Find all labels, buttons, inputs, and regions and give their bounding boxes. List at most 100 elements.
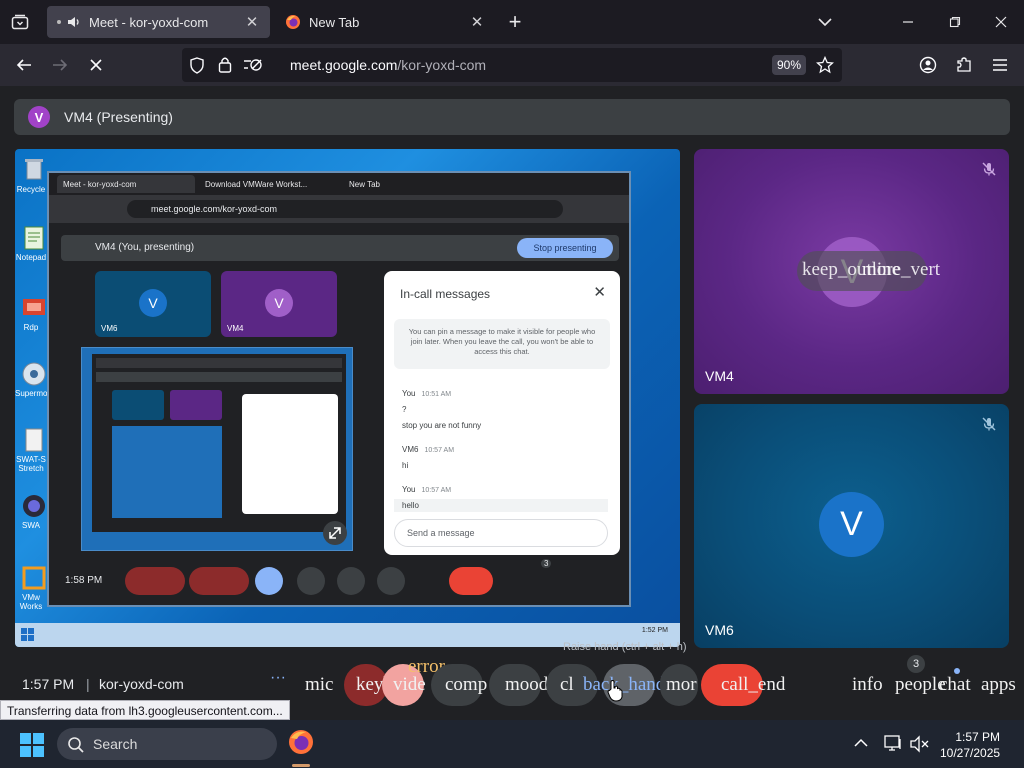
start-button[interactable]	[20, 733, 44, 757]
chat-sender-name: You	[402, 389, 416, 398]
shared-control-bar: 1:58 PM 3	[49, 559, 629, 605]
more-vert-icon: mor	[666, 674, 697, 695]
shared-tab-title: New Tab	[349, 179, 380, 189]
tab-list-button[interactable]	[8, 11, 32, 33]
close-window-button[interactable]	[989, 10, 1013, 34]
speaker-icon[interactable]	[67, 16, 81, 28]
lock-icon[interactable]	[218, 56, 232, 74]
stop-icon	[90, 59, 102, 71]
shared-present-button	[255, 567, 283, 595]
stop-loading-button[interactable]	[84, 53, 108, 77]
mic-icon: mic	[305, 674, 334, 695]
shared-chat-title: In-call messages	[400, 287, 491, 301]
shared-people-count: 3	[541, 559, 552, 568]
new-tab-button[interactable]: +	[503, 10, 527, 34]
windows-taskbar: Search 1:57 PM 10/27/2025	[0, 720, 1024, 768]
shared-nav-bar: meet.google.com/kor-yoxd-com	[49, 195, 629, 223]
tab-meet[interactable]: Meet - kor-yoxd-com ✕	[47, 6, 270, 38]
more-horiz-icon: ···	[270, 669, 286, 686]
forward-button[interactable]	[48, 53, 72, 77]
chat-sender-name: VM6	[402, 445, 419, 454]
more-options-button[interactable]: mor	[660, 664, 698, 706]
shared-tab-bar: Meet - kor-yoxd-com Download VMWare Work…	[49, 173, 629, 195]
permissions-icon[interactable]	[242, 56, 264, 74]
present-button[interactable]: comp	[431, 664, 487, 706]
minimize-button[interactable]	[896, 10, 920, 34]
zoom-level-button[interactable]: 90%	[772, 55, 806, 75]
tab-close-icon[interactable]: ✕	[244, 13, 260, 31]
participant-tile-vm6[interactable]: V VM6	[694, 404, 1009, 648]
camera-button[interactable]: vide error	[382, 656, 445, 706]
tab-title: Meet - kor-yoxd-com	[89, 14, 209, 30]
leave-call-button[interactable]: call_end	[701, 664, 785, 706]
back-hand-icon: back_hand	[583, 674, 666, 695]
chat-message: ?	[402, 405, 407, 414]
chat-unread-dot	[954, 668, 960, 674]
url-text[interactable]: meet.google.com/kor-yoxd-com	[290, 57, 486, 73]
desktop-label: Supermo	[15, 389, 48, 398]
menu-button[interactable]	[988, 53, 1012, 77]
shared-tab: Meet - kor-yoxd-com	[57, 175, 195, 193]
participant-avatar: V	[819, 492, 884, 557]
reactions-button[interactable]: mood	[489, 664, 548, 706]
arrow-left-icon	[16, 59, 31, 71]
desktop-label: SWA	[22, 521, 40, 530]
nested-tile	[170, 390, 222, 420]
network-icon[interactable]	[884, 735, 904, 753]
browser-nav-bar: meet.google.com/kor-yoxd-com 90%	[0, 44, 1024, 86]
nested-presenting-bar	[96, 372, 342, 382]
meeting-time: 1:57 PM	[22, 676, 75, 692]
shared-call-time: 1:58 PM	[65, 575, 103, 586]
taskbar-clock[interactable]: 1:57 PM 10/27/2025	[940, 729, 1000, 761]
firefox-taskbar-button[interactable]	[287, 728, 315, 756]
taskbar-search[interactable]: Search	[57, 728, 277, 760]
puzzle-icon	[957, 57, 971, 72]
back-button[interactable]	[12, 53, 36, 77]
meeting-details-button[interactable]: info	[852, 674, 883, 696]
shield-icon[interactable]	[189, 57, 205, 74]
tab-close-icon[interactable]: ✕	[469, 13, 485, 31]
meeting-separator: |	[86, 676, 90, 692]
shared-cc-button	[337, 567, 365, 595]
chat-time: 10:57 AM	[421, 487, 452, 494]
url-bar[interactable]: meet.google.com/kor-yoxd-com 90%	[182, 48, 842, 82]
chevron-up-icon[interactable]	[854, 738, 868, 748]
activities-button[interactable]: apps	[981, 674, 1016, 696]
microphone-button[interactable]: mic	[299, 664, 343, 706]
chat-sender-name: You	[402, 485, 416, 494]
firefox-icon	[289, 730, 313, 754]
meeting-code: kor-yoxd-com	[99, 676, 184, 692]
recycle-bin-icon	[25, 159, 43, 180]
list-all-tabs-button[interactable]	[814, 12, 836, 32]
participant-name: VM6	[705, 622, 734, 638]
chat-time: 10:51 AM	[421, 391, 452, 398]
desktop-label: VMw Works	[19, 593, 43, 611]
presenting-label: VM4 (Presenting)	[64, 109, 173, 125]
shared-taskbar-time: 1:52 PM	[641, 627, 668, 634]
account-icon	[919, 56, 937, 74]
chat-button[interactable]: chat	[939, 674, 971, 696]
shared-mic-button	[125, 567, 185, 595]
participant-tile-vm4[interactable]: V keep_outline more_vert VM4	[694, 149, 1009, 394]
shared-tile-vm4: V VM4	[221, 271, 337, 337]
browser-status-text: Transferring data from lh3.googleusercon…	[0, 700, 290, 720]
mic-off-icon	[982, 162, 996, 176]
restore-button[interactable]	[943, 10, 967, 34]
call-end-icon: call_end	[721, 674, 786, 695]
shared-chat-note: You can pin a message to make it visible…	[394, 319, 610, 369]
nested-chat	[242, 394, 338, 514]
extensions-button[interactable]	[952, 53, 976, 77]
desktop-label: Recycle	[16, 185, 46, 194]
tab-new-tab[interactable]: New Tab ✕	[275, 6, 495, 38]
chevron-down-icon	[818, 18, 832, 27]
hand-cursor-icon	[607, 679, 623, 702]
volume-muted-icon[interactable]	[910, 735, 930, 753]
more-vert-icon[interactable]: more_vert	[862, 259, 940, 281]
bookmark-star-icon[interactable]	[816, 56, 834, 74]
account-button[interactable]	[916, 53, 940, 77]
shared-browser-window: Meet - kor-yoxd-com Download VMWare Work…	[47, 171, 631, 607]
shared-presenting-bar: VM4 (You, presenting) Stop presenting	[61, 235, 619, 261]
restore-icon	[949, 16, 961, 28]
presenter-avatar: V	[28, 106, 50, 128]
chat-sender: VM6 10:57 AM	[402, 445, 454, 454]
